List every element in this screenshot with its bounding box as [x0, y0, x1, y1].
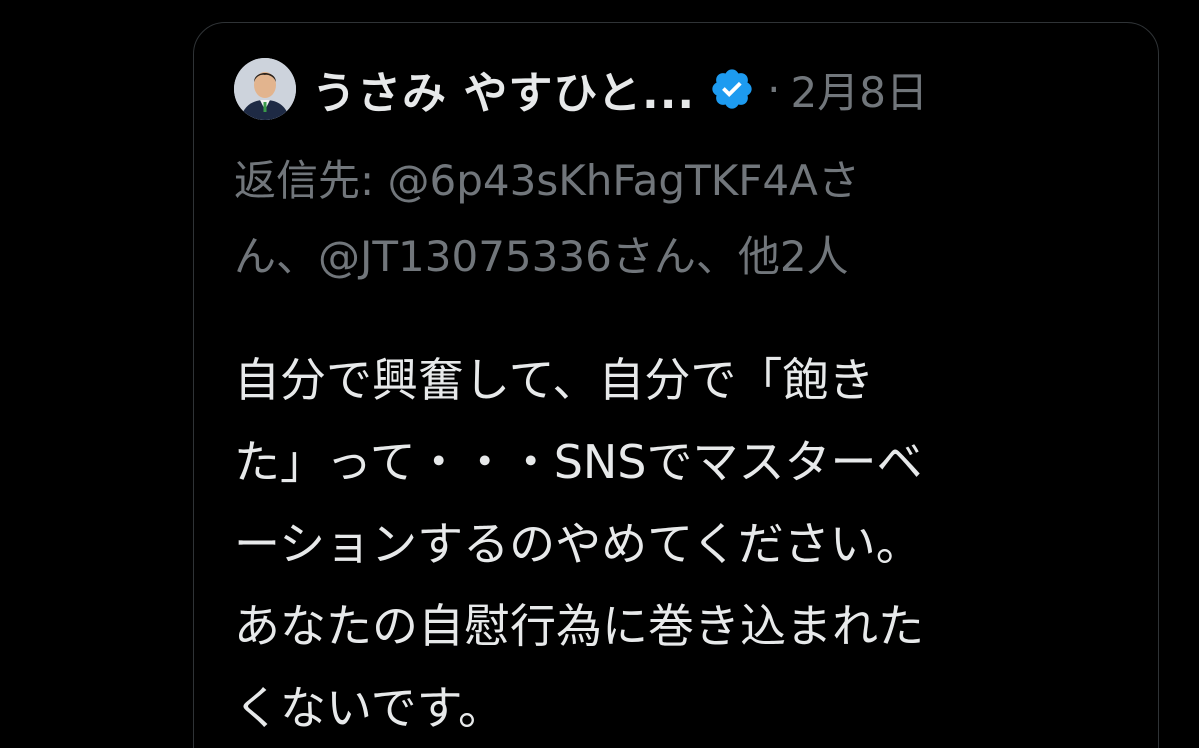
reply-to-context: 返信先: @6p43sKhFagTKF4Aさ ん、@JT13075336さん、他… [234, 143, 1114, 295]
reply-to-line[interactable]: ん、@JT13075336さん、他2人 [234, 219, 1114, 295]
tweet-timestamp[interactable]: 2月8日 [791, 59, 928, 120]
quoted-tweet-card[interactable]: うさみ やすひと... · 2月8日 返信先: @6p43sKhFagTKF4A… [193, 22, 1159, 748]
tweet-text-line: ーションするのやめてください。 [234, 517, 922, 571]
reply-to-line[interactable]: 返信先: @6p43sKhFagTKF4Aさ [234, 143, 1114, 219]
tweet-text-line: あなたの自慰行為に巻き込まれた [234, 599, 924, 653]
tweet-text-line: くないです。 [234, 681, 505, 735]
tweet-text-line: た」って・・・SNSでマスターベ [234, 435, 923, 489]
avatar[interactable] [234, 58, 296, 120]
tweet-text-line: 自分で興奮して、自分で「飽き [234, 353, 875, 407]
header-separator: · [767, 64, 781, 114]
verified-badge-icon [709, 66, 755, 112]
author-display-name[interactable]: うさみ やすひと... [312, 57, 695, 121]
tweet-header: うさみ やすひと... · 2月8日 [234, 53, 928, 125]
tweet-text: 自分で興奮して、自分で「飽き た」って・・・SNSでマスターベ ーションするのや… [234, 339, 1134, 748]
